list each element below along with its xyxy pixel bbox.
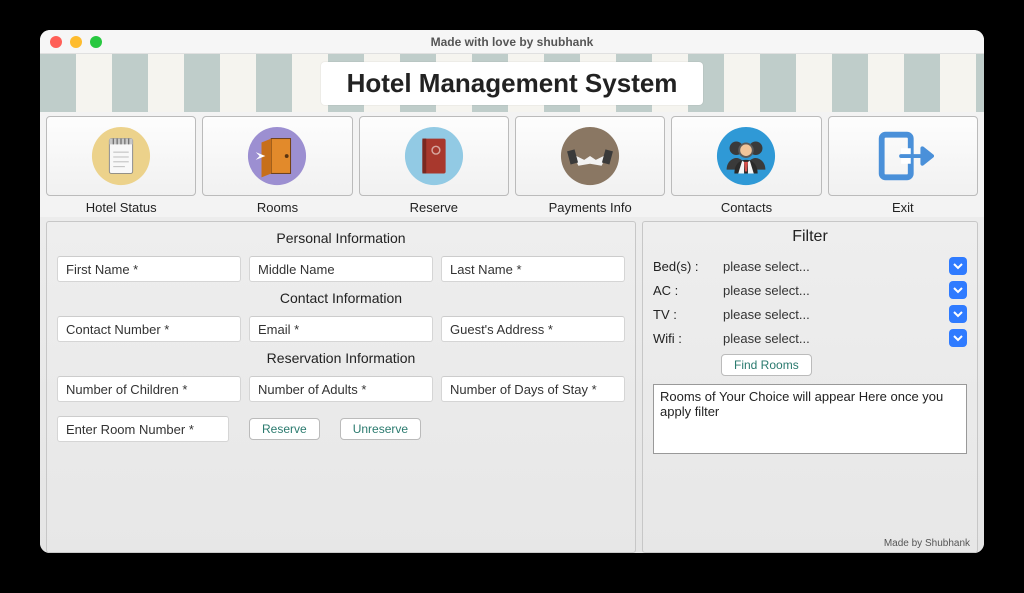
door-icon (246, 125, 308, 187)
app-title: Hotel Management System (321, 62, 704, 105)
first-name-input[interactable] (57, 256, 241, 282)
app-window: Made with love by shubhank Hotel Managem… (40, 30, 984, 553)
beds-select[interactable]: please select... (721, 256, 967, 276)
contacts-button[interactable] (671, 116, 821, 196)
reserve-button[interactable]: Reserve (249, 418, 320, 440)
payments-button[interactable] (515, 116, 665, 196)
address-input[interactable] (441, 316, 625, 342)
unreserve-button[interactable]: Unreserve (340, 418, 421, 440)
nav-bar: Hotel Status Rooms (40, 112, 984, 217)
titlebar: Made with love by shubhank (40, 30, 984, 54)
filter-title: Filter (653, 228, 967, 246)
middle-name-input[interactable] (249, 256, 433, 282)
room-number-input[interactable] (57, 416, 229, 442)
minimize-window-button[interactable] (70, 36, 82, 48)
ac-label: AC : (653, 283, 721, 298)
nav-label: Rooms (257, 200, 298, 215)
book-icon (403, 125, 465, 187)
close-window-button[interactable] (50, 36, 62, 48)
rooms-button[interactable] (202, 116, 352, 196)
notepad-icon (90, 125, 152, 187)
contact-number-input[interactable] (57, 316, 241, 342)
nav-item-rooms: Rooms (202, 116, 352, 215)
beds-label: Bed(s) : (653, 259, 721, 274)
find-rooms-button[interactable]: Find Rooms (721, 354, 812, 376)
last-name-input[interactable] (441, 256, 625, 282)
people-icon (715, 125, 777, 187)
header-banner: Hotel Management System (40, 54, 984, 112)
hotel-status-button[interactable] (46, 116, 196, 196)
footer-credit: Made by Shubhank (884, 538, 970, 549)
nav-item-reserve: Reserve (359, 116, 509, 215)
nav-item-hotel-status: Hotel Status (46, 116, 196, 215)
adults-input[interactable] (249, 376, 433, 402)
wifi-label: Wifi : (653, 331, 721, 346)
tv-label: TV : (653, 307, 721, 322)
results-box[interactable]: Rooms of Your Choice will appear Here on… (653, 384, 967, 454)
days-input[interactable] (441, 376, 625, 402)
nav-label: Hotel Status (86, 200, 157, 215)
section-personal-title: Personal Information (57, 230, 625, 246)
window-controls (50, 36, 102, 48)
nav-label: Exit (892, 200, 914, 215)
tv-select[interactable]: please select... (721, 304, 967, 324)
reserve-button-nav[interactable] (359, 116, 509, 196)
nav-item-payments: Payments Info (515, 116, 665, 215)
nav-item-exit: Exit (828, 116, 978, 215)
handshake-icon (559, 125, 621, 187)
filter-panel: Filter Bed(s) : please select... AC : pl… (642, 221, 978, 553)
email-input[interactable] (249, 316, 433, 342)
section-contact-title: Contact Information (57, 290, 625, 306)
nav-label: Payments Info (549, 200, 632, 215)
wifi-select[interactable]: please select... (721, 328, 967, 348)
exit-button[interactable] (828, 116, 978, 196)
exit-icon (872, 125, 934, 187)
nav-item-contacts: Contacts (671, 116, 821, 215)
zoom-window-button[interactable] (90, 36, 102, 48)
section-reservation-title: Reservation Information (57, 350, 625, 366)
ac-select[interactable]: please select... (721, 280, 967, 300)
nav-label: Reserve (410, 200, 458, 215)
reservation-form-panel: Personal Information Contact Information… (46, 221, 636, 553)
window-title: Made with love by shubhank (40, 35, 984, 49)
nav-label: Contacts (721, 200, 772, 215)
children-input[interactable] (57, 376, 241, 402)
